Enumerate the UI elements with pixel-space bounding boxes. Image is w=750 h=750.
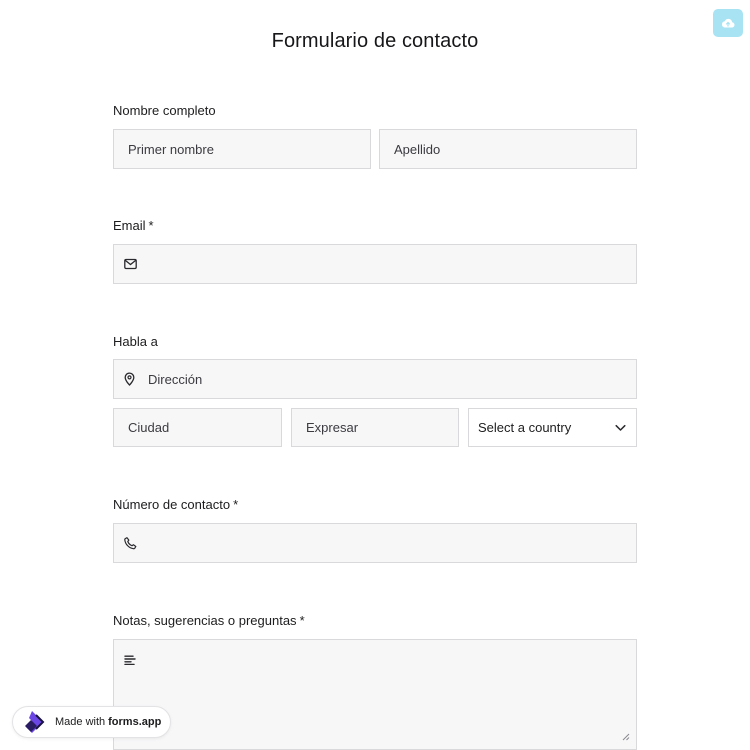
phone-label: Número de contacto * [113,497,238,512]
address-label: Habla a [113,334,158,349]
full-name-label: Nombre completo [113,103,216,118]
city-placeholder: Ciudad [128,420,170,435]
country-select-value: Select a country [478,420,572,435]
notes-label-text: Notas, sugerencias o preguntas [113,613,297,628]
first-name-input[interactable]: Primer nombre [113,129,371,169]
email-label-text: Email [113,218,146,233]
required-mark: * [299,613,305,628]
badge-brand: forms.app [108,716,162,728]
country-select[interactable]: Select a country [468,408,637,447]
last-name-input[interactable]: Apellido [379,129,637,169]
resize-handle-icon[interactable] [622,728,630,746]
forms-app-logo-icon [21,710,49,734]
first-name-placeholder: Primer nombre [128,141,214,157]
badge-prefix: Made with [55,716,106,728]
street-address-input[interactable]: Dirección [113,359,637,399]
required-mark: * [148,218,154,233]
email-label: Email * [113,218,154,233]
cloud-upload-button[interactable] [713,9,743,37]
phone-label-text: Número de contacto [113,497,231,512]
required-mark: * [233,497,239,512]
cloud-upload-icon [721,17,735,29]
made-with-badge[interactable]: Made with forms.app [12,706,171,738]
state-placeholder: Expresar [306,420,359,435]
phone-input[interactable] [113,523,637,563]
map-pin-icon [124,372,135,386]
phone-icon [124,537,137,550]
email-input[interactable] [113,244,637,284]
state-input[interactable]: Expresar [291,408,459,447]
last-name-placeholder: Apellido [394,141,441,157]
chevron-down-icon [615,424,626,431]
mail-icon [124,258,137,270]
text-lines-icon [124,652,136,670]
form-title: Formulario de contacto [271,30,479,52]
notes-label: Notas, sugerencias o preguntas * [113,613,305,628]
notes-textarea[interactable] [113,639,637,750]
city-input[interactable]: Ciudad [113,408,282,447]
